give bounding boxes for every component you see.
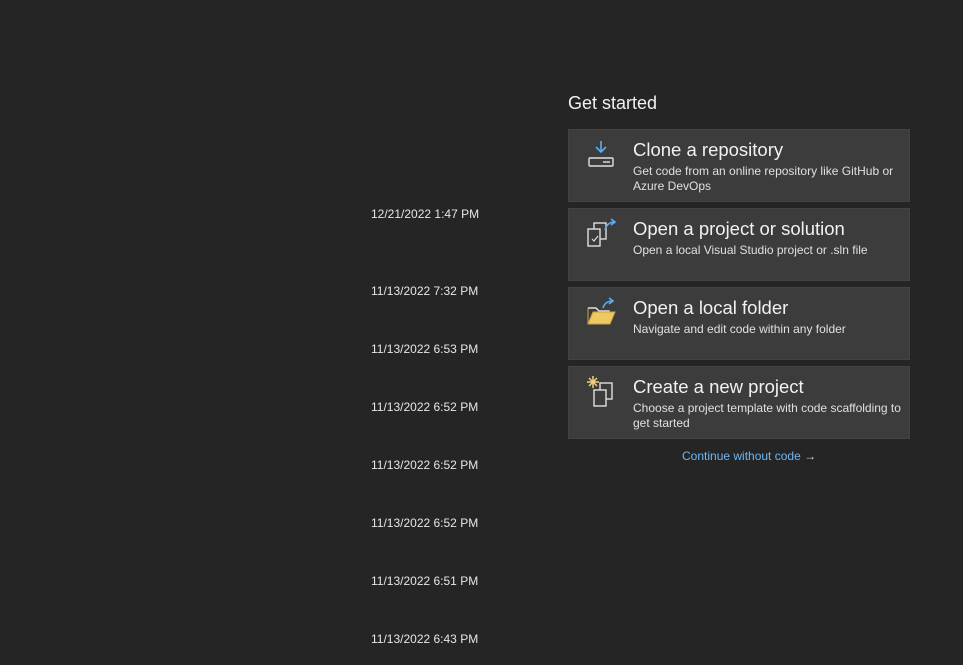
- card-description: Open a local Visual Studio project or .s…: [633, 243, 868, 257]
- card-description: Choose a project template with code scaf…: [633, 401, 901, 430]
- card-title: Create a new project: [633, 376, 804, 397]
- continue-label: Continue without code: [682, 449, 801, 463]
- recent-item-timestamp: 11/13/2022 6:43 PM: [371, 632, 479, 646]
- recent-item-timestamp: 11/13/2022 6:51 PM: [371, 574, 479, 588]
- card-description: Get code from an online repository like …: [633, 164, 894, 193]
- arrow-right-icon: →: [804, 449, 817, 463]
- recent-item-timestamp: 11/13/2022 7:32 PM: [371, 284, 479, 298]
- clone-repository-icon: [585, 138, 619, 172]
- card-title: Open a local folder: [633, 297, 789, 318]
- create-project-button[interactable]: Create a new project Choose a project te…: [568, 366, 910, 439]
- recent-item-timestamp: 11/13/2022 6:53 PM: [371, 342, 479, 356]
- open-folder-button[interactable]: Open a local folder Navigate and edit co…: [568, 287, 910, 360]
- card-title: Clone a repository: [633, 139, 784, 160]
- start-window: 12/21/2022 1:47 PM 11/13/2022 7:32 PM 11…: [0, 0, 963, 665]
- recent-item-timestamp: 11/13/2022 6:52 PM: [371, 458, 479, 472]
- open-folder-icon: [585, 296, 619, 330]
- card-description: Navigate and edit code within any folder: [633, 322, 846, 336]
- continue-without-code-link[interactable]: Continue without code →: [682, 449, 816, 464]
- get-started-heading: Get started: [568, 93, 658, 113]
- recent-item-timestamp: 11/13/2022 6:52 PM: [371, 400, 479, 414]
- recent-item-timestamp: 12/21/2022 1:47 PM: [371, 207, 480, 221]
- clone-repository-button[interactable]: Clone a repository Get code from an onli…: [568, 129, 910, 202]
- open-project-icon: [585, 217, 619, 251]
- card-title: Open a project or solution: [633, 218, 845, 239]
- open-project-button[interactable]: Open a project or solution Open a local …: [568, 208, 910, 281]
- recent-item-timestamp: 11/13/2022 6:52 PM: [371, 516, 479, 530]
- new-project-icon: [585, 375, 619, 409]
